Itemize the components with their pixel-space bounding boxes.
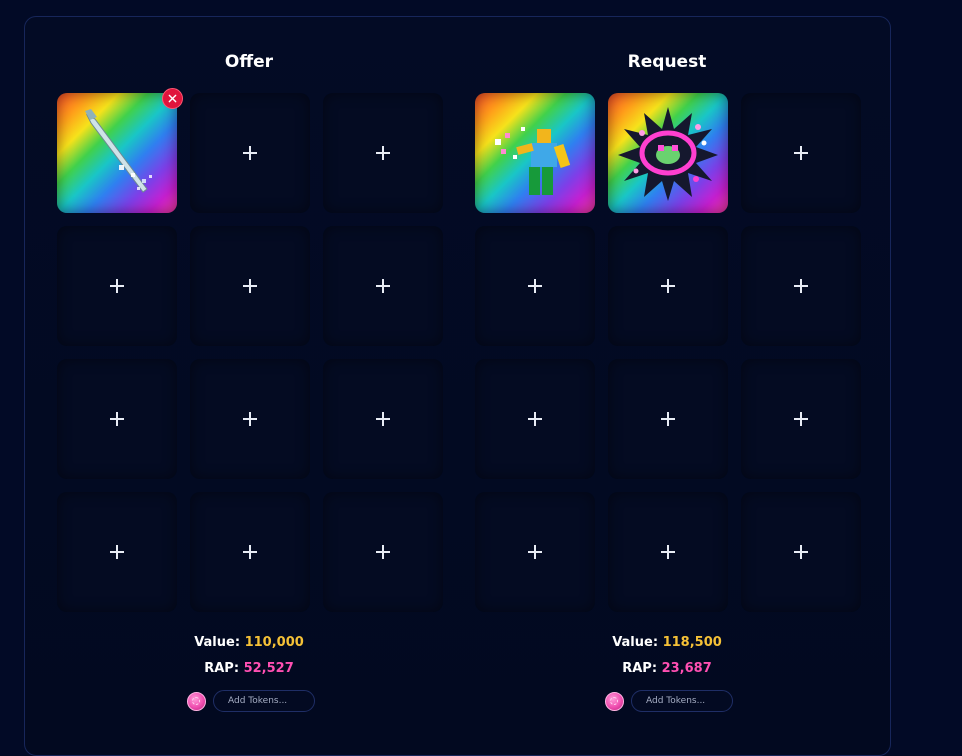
offer-empty-slot[interactable] [323, 359, 443, 479]
offer-empty-slot[interactable] [323, 93, 443, 213]
plus-icon [376, 146, 390, 160]
offer-rap-row: RAP: 52,527 [57, 660, 441, 686]
request-item-slot-avatar[interactable] [475, 93, 595, 213]
offer-title: Offer [224, 52, 274, 72]
offer-empty-slot[interactable] [57, 492, 177, 612]
request-rap-row: RAP: 23,687 [475, 660, 859, 686]
request-empty-slot[interactable] [475, 492, 595, 612]
rap-label: RAP: [204, 661, 240, 676]
plus-icon [243, 279, 257, 293]
sword-item-image [85, 109, 152, 193]
token-coin-icon [605, 691, 624, 711]
offer-rap: 52,527 [243, 661, 294, 676]
offer-empty-slot[interactable] [190, 93, 310, 213]
plus-icon [794, 545, 808, 559]
request-empty-slot[interactable] [741, 359, 861, 479]
request-rap: 23,687 [661, 661, 712, 676]
plus-icon [661, 412, 675, 426]
plus-icon [528, 412, 542, 426]
plus-icon [661, 545, 675, 559]
offer-value-row: Value: 110,000 [57, 634, 441, 660]
offer-tokens-input[interactable] [213, 690, 315, 712]
offer-empty-slot[interactable] [57, 359, 177, 479]
offer-empty-slot[interactable] [190, 226, 310, 346]
offer-item-slot-sword[interactable] [57, 88, 183, 213]
request-empty-slot[interactable] [741, 93, 861, 213]
request-empty-slot[interactable] [608, 359, 728, 479]
avatar-item-image [495, 127, 571, 195]
offer-empty-slot[interactable] [190, 492, 310, 612]
plus-icon [528, 279, 542, 293]
request-empty-slot[interactable] [608, 226, 728, 346]
plus-icon [110, 279, 124, 293]
plus-icon [376, 545, 390, 559]
remove-item-button[interactable] [162, 88, 183, 109]
offer-empty-slot[interactable] [190, 359, 310, 479]
token-coin-icon [187, 691, 206, 711]
plus-icon [528, 545, 542, 559]
plus-icon [110, 545, 124, 559]
offer-empty-slot[interactable] [57, 226, 177, 346]
plus-icon [376, 279, 390, 293]
offer-tokens [187, 690, 315, 712]
offer-stats: Value: 110,000 RAP: 52,527 [57, 634, 441, 686]
trade-panel: Offer Value: 110,000 RAP: 52,527 Add Tok… [24, 16, 891, 756]
request-value-row: Value: 118,500 [475, 634, 859, 660]
rap-label: RAP: [622, 661, 658, 676]
plus-icon [243, 545, 257, 559]
request-title: Request [627, 52, 707, 72]
offer-empty-slot[interactable] [323, 226, 443, 346]
value-label: Value: [612, 635, 659, 650]
plus-icon [243, 146, 257, 160]
plus-icon [661, 279, 675, 293]
plus-icon [794, 412, 808, 426]
plus-icon [794, 279, 808, 293]
request-item-grid [475, 93, 861, 612]
plus-icon [794, 146, 808, 160]
request-empty-slot[interactable] [741, 226, 861, 346]
request-value: 118,500 [662, 635, 722, 650]
request-empty-slot[interactable] [475, 226, 595, 346]
plus-icon [376, 412, 390, 426]
request-item-slot-aura[interactable] [608, 93, 728, 213]
plus-icon [110, 412, 124, 426]
request-empty-slot[interactable] [741, 492, 861, 612]
request-empty-slot[interactable] [608, 492, 728, 612]
request-empty-slot[interactable] [475, 359, 595, 479]
close-icon [168, 94, 177, 103]
spiked-aura-item-image [618, 107, 718, 201]
offer-item-grid [57, 88, 443, 612]
request-tokens [605, 690, 733, 712]
offer-empty-slot[interactable] [323, 492, 443, 612]
request-tokens-input[interactable] [631, 690, 733, 712]
offer-value: 110,000 [244, 635, 304, 650]
request-stats: Value: 118,500 RAP: 23,687 [475, 634, 859, 686]
plus-icon [243, 412, 257, 426]
value-label: Value: [194, 635, 241, 650]
